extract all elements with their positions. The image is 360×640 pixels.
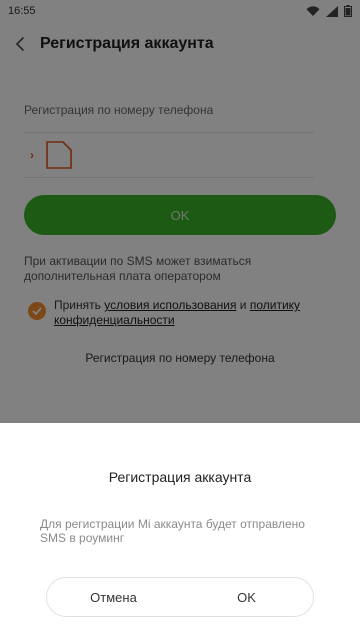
dialog-ok-button[interactable]: OK: [180, 578, 313, 616]
dialog-title: Регистрация аккаунта: [108, 469, 252, 485]
confirm-dialog: Регистрация аккаунта Для регистрации Mi …: [0, 423, 360, 640]
dialog-message: Для регистрации Mi аккаунта будет отправ…: [40, 517, 305, 545]
dialog-actions: Отмена OK: [46, 577, 314, 617]
dialog-cancel-button[interactable]: Отмена: [47, 578, 180, 616]
